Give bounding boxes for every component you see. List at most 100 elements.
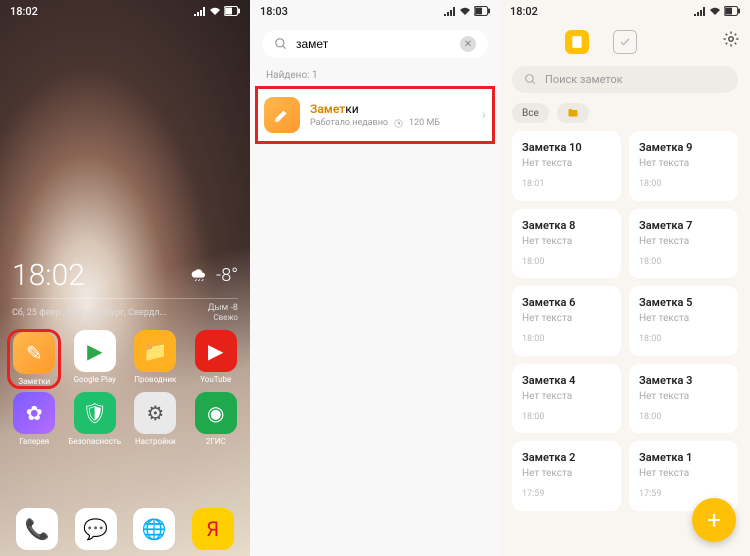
status-bar: 18:03: [250, 0, 500, 22]
note-card[interactable]: Заметка 4 Нет текста 18:00: [512, 364, 621, 434]
wifi-icon: [709, 6, 721, 16]
battery-icon: [724, 6, 740, 16]
status-icons: [194, 6, 240, 16]
note-time: 17:59: [522, 489, 611, 499]
folder-icon: [567, 107, 579, 119]
notes-app-screen: 18:02 Поиск заметок Все: [500, 0, 750, 556]
app-label: Заметки: [18, 377, 50, 386]
status-time: 18:03: [260, 5, 288, 18]
app-Галерея[interactable]: ✿ Галерея: [8, 392, 60, 446]
status-time: 18:02: [510, 5, 538, 18]
note-body: Нет текста: [639, 158, 728, 169]
result-title: Заметки: [310, 102, 472, 116]
note-title: Заметка 1: [639, 451, 728, 464]
note-card[interactable]: Заметка 3Нет текста18:00: [629, 364, 738, 434]
search-icon: [524, 73, 537, 86]
app-label: 2ГИС: [206, 437, 226, 446]
notes-search[interactable]: Поиск заметок: [512, 66, 738, 93]
note-body: Нет текста: [522, 391, 611, 402]
signal-icon: [694, 6, 706, 16]
clock[interactable]: 18:02: [12, 258, 85, 293]
wifi-icon: [459, 6, 471, 16]
app-label: Настройки: [135, 437, 176, 446]
note-card[interactable]: Заметка 7 Нет текста 18:00: [629, 209, 738, 279]
chevron-right-icon: ›: [482, 107, 486, 123]
note-title: Заметка 7: [639, 219, 728, 232]
tab-tasks[interactable]: [613, 30, 637, 54]
clear-icon[interactable]: ✕: [460, 36, 476, 52]
check-icon: [619, 36, 631, 48]
settings-search-screen: 18:03 ✕ Найдено: 1 Заметки Работало неда…: [250, 0, 500, 556]
gear-icon: [722, 30, 740, 48]
signal-icon: [194, 6, 206, 16]
note-body: Нет текста: [522, 468, 611, 479]
status-time: 18:02: [10, 5, 38, 18]
note-time: 18:00: [522, 412, 611, 422]
dock-app[interactable]: 🌐: [133, 508, 175, 550]
date-location[interactable]: Сб, 25 февр., Екатеринбург, Свердл...: [12, 308, 167, 318]
note-card[interactable]: Заметка 8 Нет текста 18:00: [512, 209, 621, 279]
app-label: Google Play: [74, 375, 116, 384]
air-sub: Свежо: [213, 313, 238, 322]
note-body: Нет текста: [639, 468, 728, 479]
note-title: Заметка 6: [522, 296, 611, 309]
app-icon: 🛡: [74, 392, 116, 434]
note-time: 18:00: [639, 257, 728, 267]
app-icon: ✿: [13, 392, 55, 434]
app-icon: ✎: [13, 332, 55, 374]
note-card[interactable]: Заметка 5 Нет текста 18:00: [629, 286, 738, 356]
new-note-button[interactable]: +: [692, 498, 736, 542]
note-icon: [570, 35, 584, 49]
app-Безопасность[interactable]: 🛡 Безопасность: [68, 392, 121, 446]
note-time: 18:00: [522, 334, 611, 344]
app-label: Безопасность: [68, 437, 121, 446]
note-card[interactable]: Заметка 9Нет текста18:00: [629, 131, 738, 201]
wifi-icon: [209, 6, 221, 16]
note-body: Нет текста: [522, 313, 611, 324]
app-icon: ◉: [195, 392, 237, 434]
pencil-icon: [273, 106, 291, 124]
app-Google Play[interactable]: ▶Google Play: [68, 330, 121, 388]
app-Проводник[interactable]: 📁 Проводник: [129, 330, 181, 388]
weather-widget[interactable]: -8°: [190, 265, 238, 286]
app-icon: ⚙: [134, 392, 176, 434]
battery-icon: [224, 6, 240, 16]
app-icon: 📁: [134, 330, 176, 372]
note-card[interactable]: Заметка 6 Нет текста 18:00: [512, 286, 621, 356]
note-time: 18:00: [522, 257, 611, 267]
app-2ГИС[interactable]: ◉ 2ГИС: [190, 392, 242, 446]
app-label: YouTube: [200, 375, 231, 384]
result-subtitle: Работало недавно: [310, 118, 388, 128]
app-label: Галерея: [19, 437, 49, 446]
note-card[interactable]: Заметка 10Нет текста18:01: [512, 131, 621, 201]
note-body: Нет текста: [639, 313, 728, 324]
note-title: Заметка 8: [522, 219, 611, 232]
app-Заметки[interactable]: ✎ Заметки: [8, 330, 60, 388]
note-title: Заметка 4: [522, 374, 611, 387]
filter-folder[interactable]: [557, 103, 589, 123]
note-title: Заметка 9: [639, 141, 728, 154]
filter-all[interactable]: Все: [512, 103, 549, 123]
status-icons: [694, 6, 740, 16]
notes-grid: Заметка 10Нет текста18:01 Заметка 9 Нет те…: [500, 131, 750, 511]
note-body: Нет текста: [639, 236, 728, 247]
app-label: Проводник: [134, 375, 176, 384]
signal-icon: [444, 6, 456, 16]
note-body: Нет текста: [639, 391, 728, 402]
app-Настройки[interactable]: ⚙ Настройки: [129, 392, 181, 446]
weather-icon: [190, 266, 210, 286]
note-card[interactable]: Заметка 2Нет текста17:59: [512, 441, 621, 511]
home-screen: 18:02 18:02 -8° Сб, 25 февр., Екатеринбу…: [0, 0, 250, 556]
settings-button[interactable]: [722, 30, 740, 52]
search-input[interactable]: [296, 37, 452, 51]
note-body: Нет текста: [522, 236, 611, 247]
dock-app[interactable]: 📞: [16, 508, 58, 550]
note-time: 18:00: [639, 334, 728, 344]
note-title: Заметка 5: [639, 296, 728, 309]
tab-notes[interactable]: [565, 30, 589, 54]
search-result-notes[interactable]: Заметки Работало недавно 120 МБ ›: [256, 87, 494, 143]
dock-app[interactable]: Я: [192, 508, 234, 550]
app-YouTube[interactable]: ▶YouTube: [190, 330, 242, 388]
dock-app[interactable]: 💬: [75, 508, 117, 550]
search-field[interactable]: ✕: [262, 30, 488, 58]
